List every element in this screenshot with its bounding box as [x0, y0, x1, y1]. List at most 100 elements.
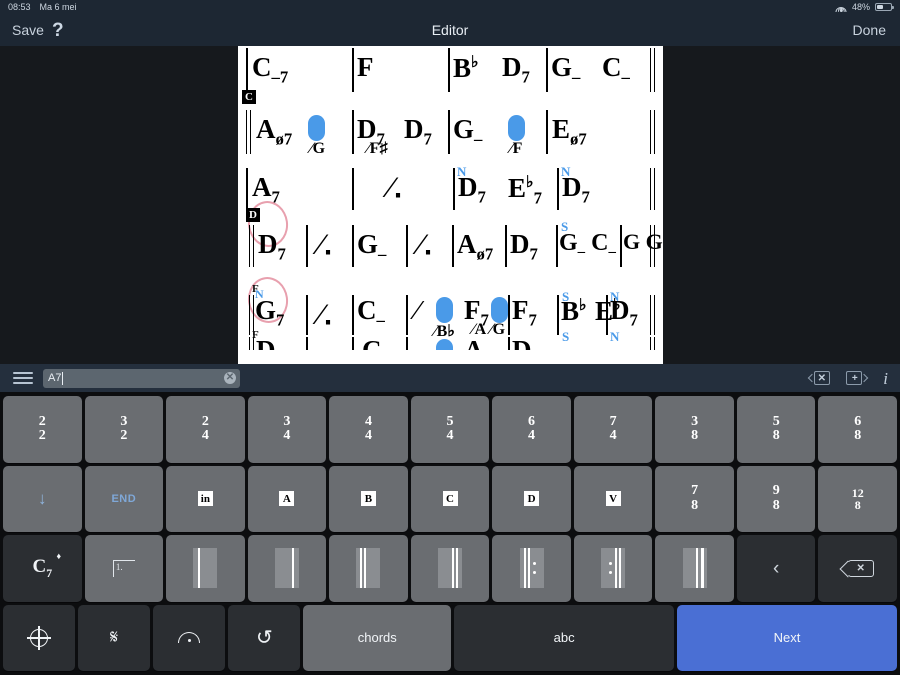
- chord[interactable]: G–: [453, 115, 482, 148]
- chord[interactable]: Aø7: [256, 115, 292, 148]
- key-end[interactable]: END: [84, 465, 164, 532]
- chord[interactable]: G G7: [623, 230, 663, 257]
- key-3-4[interactable]: 34: [247, 396, 327, 463]
- key-alt-chord-c7[interactable]: C7 ♦: [3, 535, 82, 602]
- chord[interactable]: C–: [602, 53, 630, 86]
- key-section-d[interactable]: D: [492, 465, 571, 532]
- chart-row[interactable]: C–7 F B♭ D7 G– C–: [238, 46, 663, 96]
- chord[interactable]: Aø7: [457, 230, 493, 263]
- done-button[interactable]: Done: [853, 22, 886, 38]
- info-icon[interactable]: i: [883, 370, 888, 387]
- key-back-chevron[interactable]: ‹: [736, 535, 816, 602]
- chord[interactable]: D: [512, 337, 532, 351]
- text-caret: [62, 371, 64, 385]
- repeat-arrow-icon: ↺: [255, 626, 273, 649]
- repeat-measure-symbol[interactable]: ⁄․: [318, 297, 333, 332]
- section-marker[interactable]: C: [242, 90, 256, 104]
- empty-chord-slot[interactable]: [308, 115, 325, 141]
- chord[interactable]: G7: [255, 296, 284, 329]
- key-3-8[interactable]: 38: [655, 396, 734, 463]
- section-marker[interactable]: D: [246, 208, 260, 222]
- key-repeat-bracket[interactable]: 1.: [84, 535, 164, 602]
- hamburger-menu-icon[interactable]: [13, 369, 33, 387]
- chord[interactable]: C–: [357, 296, 385, 329]
- empty-chord-slot[interactable]: [491, 297, 508, 323]
- chord[interactable]: A: [464, 337, 484, 351]
- key-barline-single-2[interactable]: [247, 535, 327, 602]
- chord[interactable]: C–7: [252, 53, 288, 86]
- key-12-8[interactable]: 12 8: [818, 465, 898, 532]
- key-2-2[interactable]: 22: [3, 396, 82, 463]
- save-button[interactable]: Save: [12, 22, 44, 38]
- chord[interactable]: D7: [562, 173, 590, 206]
- key-5-8[interactable]: 58: [736, 396, 816, 463]
- chart-row[interactable]: F N G7 F ⁄․ C– ⁄ ⁄B♭ F7 ⁄A ⁄G F7 S B♭ E♭…: [238, 271, 663, 341]
- chord[interactable]: D7: [258, 230, 286, 263]
- chord[interactable]: D: [256, 337, 276, 351]
- key-da-capo[interactable]: ↺: [228, 604, 301, 671]
- chart-row-partial[interactable]: D C A D S N: [238, 331, 663, 351]
- chord[interactable]: ⁄: [415, 297, 420, 324]
- score-area[interactable]: C–7 F B♭ D7 G– C– C Aø7 ⁄G D7 ⁄F♯ D7 G– …: [0, 46, 900, 364]
- repeat-measure-symbol[interactable]: ⁄․: [418, 227, 433, 262]
- chord[interactable]: B♭: [561, 297, 587, 325]
- key-segno[interactable]: 𝄋: [78, 604, 151, 671]
- key-section-a[interactable]: A: [247, 465, 327, 532]
- chord[interactable]: G–: [551, 53, 580, 86]
- key-move-down[interactable]: ↓: [3, 465, 82, 532]
- key-2-4[interactable]: 24: [166, 396, 245, 463]
- key-section-c[interactable]: C: [410, 465, 490, 532]
- key-6-8[interactable]: 68: [818, 396, 898, 463]
- key-repeat-end[interactable]: [573, 535, 653, 602]
- insert-forward-icon[interactable]: +: [846, 371, 869, 385]
- key-repeat-start[interactable]: [492, 535, 571, 602]
- barline-single-icon: [193, 548, 218, 589]
- chart-row[interactable]: D D7 ⁄․ G– ⁄․ Aø7 D7 S G– C– G G7: [238, 198, 663, 271]
- empty-chord-slot[interactable]: [508, 115, 525, 141]
- key-3-2[interactable]: 32: [84, 396, 164, 463]
- help-icon[interactable]: ?: [52, 21, 64, 40]
- chord[interactable]: C: [362, 337, 382, 351]
- key-section-intro[interactable]: in: [166, 465, 245, 532]
- key-7-8[interactable]: 78: [655, 465, 734, 532]
- chord[interactable]: E♭7: [508, 174, 542, 207]
- key-coda[interactable]: [3, 604, 76, 671]
- repeat-measure-symbol[interactable]: ⁄․: [388, 170, 403, 205]
- chord[interactable]: G–: [357, 230, 386, 263]
- clear-icon[interactable]: ✕: [224, 372, 236, 384]
- chord[interactable]: B♭: [453, 54, 479, 82]
- key-barline-final[interactable]: [655, 535, 734, 602]
- chord[interactable]: D7: [458, 173, 486, 206]
- chord[interactable]: D7: [404, 115, 432, 148]
- chord[interactable]: Eø7: [552, 115, 587, 148]
- chord[interactable]: D7: [510, 230, 538, 263]
- empty-chord-slot[interactable]: [436, 297, 453, 323]
- key-section-v[interactable]: V: [573, 465, 653, 532]
- chord[interactable]: F: [357, 54, 374, 81]
- key-5-4[interactable]: 54: [410, 396, 490, 463]
- chart-row[interactable]: A7 ⁄․ N D7 E♭7 N D7: [238, 158, 663, 213]
- key-barline-single[interactable]: [166, 535, 245, 602]
- key-section-b[interactable]: B: [329, 465, 408, 532]
- chord-chart-paper[interactable]: C–7 F B♭ D7 G– C– C Aø7 ⁄G D7 ⁄F♯ D7 G– …: [238, 46, 663, 364]
- key-next[interactable]: Next: [677, 604, 897, 671]
- key-chords-mode[interactable]: chords: [303, 604, 452, 671]
- key-7-4[interactable]: 74: [573, 396, 653, 463]
- chart-row[interactable]: C Aø7 ⁄G D7 ⁄F♯ D7 G– ⁄F Eø7: [238, 90, 663, 158]
- delete-backward-icon[interactable]: ✕: [808, 371, 831, 385]
- chord[interactable]: D7: [502, 53, 530, 86]
- chord[interactable]: F7: [512, 296, 537, 329]
- key-abc-mode[interactable]: abc: [454, 604, 675, 671]
- key-fermata[interactable]: [153, 604, 226, 671]
- key-backspace[interactable]: ✕: [818, 535, 898, 602]
- empty-chord-slot[interactable]: [436, 339, 453, 350]
- key-6-4[interactable]: 64: [492, 396, 571, 463]
- key-barline-double-2[interactable]: [410, 535, 490, 602]
- key-4-4[interactable]: 44: [329, 396, 408, 463]
- repeat-measure-symbol[interactable]: ⁄․: [318, 227, 333, 262]
- key-barline-double[interactable]: [329, 535, 408, 602]
- chord[interactable]: D7: [610, 296, 638, 329]
- key-9-8[interactable]: 98: [736, 465, 816, 532]
- chord-text-field[interactable]: A7 ✕: [43, 368, 240, 388]
- chord[interactable]: G– C–: [559, 231, 616, 260]
